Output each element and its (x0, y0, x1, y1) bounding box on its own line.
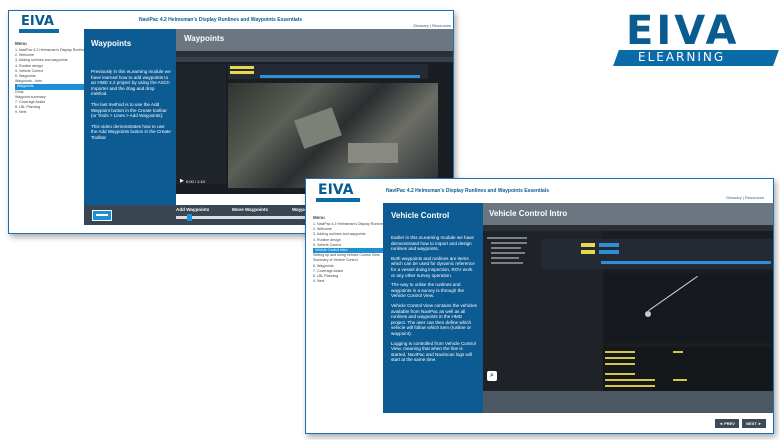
menu-item[interactable]: 9. Next (313, 279, 383, 284)
chapter-move-waypoints[interactable]: Move Waypoints (232, 207, 268, 212)
content-header: Waypoints (176, 29, 453, 51)
course-menu: 1. NaviPac 4.2 Helmsman's Display Runlin… (313, 222, 427, 284)
screen-logo: EIVA (318, 182, 354, 198)
eiva-elearning-logo: EIVA ELEARNING (612, 8, 780, 70)
lesson-paragraph: Earlier in this eLearning module we have… (391, 235, 474, 252)
chapter-add-waypoints[interactable]: Add Waypoints (176, 207, 209, 212)
course-title: NaviPac 4.2 Helmsman's Display Runlines … (386, 188, 550, 194)
content-title: Waypoints (184, 34, 225, 43)
zoom-icon[interactable]: ⌕ (487, 371, 497, 381)
application-screenshot: ⌕ (483, 225, 773, 391)
screen-vehicle-control: EIVA NaviPac 4.2 Helmsman's Display Runl… (305, 178, 774, 434)
menu-item[interactable]: 9. Next (15, 110, 85, 115)
next-button[interactable]: NEXT ► (742, 419, 766, 428)
top-links[interactable]: Glossary | Resources (726, 195, 764, 200)
screen-logo-band (316, 198, 360, 202)
screen-logo-band (19, 29, 59, 33)
lesson-paragraph: This video demonstrates how to use the A… (91, 123, 171, 140)
content-title: Vehicle Control Intro (489, 209, 568, 218)
logo-text: EIVA (626, 8, 740, 54)
vehicle-control-table (541, 239, 773, 269)
course-title: NaviPac 4.2 Helmsman's Display Runlines … (139, 17, 303, 23)
lesson-title: Waypoints (91, 39, 132, 48)
menu-label: Menu (15, 41, 27, 46)
content-header: Vehicle Control Intro (483, 203, 773, 225)
vehicle-map-view (603, 273, 773, 343)
lesson-paragraph: Logging is controlled from Vehicle Contr… (391, 340, 476, 363)
screen-logo: EIVA (21, 14, 54, 29)
app-data-table (228, 64, 428, 79)
video-player[interactable]: 0:00 / 1:10 ▶ (176, 51, 453, 194)
chapter-progress-handle[interactable] (187, 214, 192, 221)
lesson-paragraph: Vehicle Control View contains the vehicl… (391, 302, 477, 336)
app-toolbar (176, 57, 453, 62)
chapter-bar-toggle[interactable] (92, 210, 112, 221)
course-menu: 1. NaviPac 4.2 Helmsman's Display Runlin… (15, 48, 129, 116)
prev-button[interactable]: ◄ PREV (715, 419, 739, 428)
video-time: 0:00 / 1:10 (186, 179, 205, 184)
lesson-title: Vehicle Control (391, 211, 450, 220)
logo-subtitle: ELEARNING (638, 50, 726, 64)
lesson-panel: Vehicle Control Earlier in this eLearnin… (383, 203, 483, 413)
lesson-panel: Waypoints Previously in this eLearning m… (84, 29, 176, 215)
content-footer (483, 391, 773, 413)
lesson-paragraph: The way to utilise the runlines and wayp… (391, 282, 465, 299)
lesson-text: Previously in this eLearning module we h… (91, 69, 171, 141)
menu-label: Menu (313, 215, 325, 220)
lesson-paragraph: The last method is to use the Add Waypoi… (91, 101, 167, 119)
lesson-paragraph: Both waypoints and runlines are items wh… (391, 255, 475, 278)
play-icon[interactable]: ▶ (180, 178, 184, 184)
lesson-paragraph: Previously in this eLearning module we h… (91, 69, 171, 97)
top-links[interactable]: Glossary | Resources (413, 23, 451, 28)
lesson-text: Earlier in this eLearning module we have… (391, 235, 477, 363)
app-side-panel (176, 64, 226, 184)
satellite-map (228, 83, 438, 188)
vehicle-status-panel (603, 347, 773, 391)
